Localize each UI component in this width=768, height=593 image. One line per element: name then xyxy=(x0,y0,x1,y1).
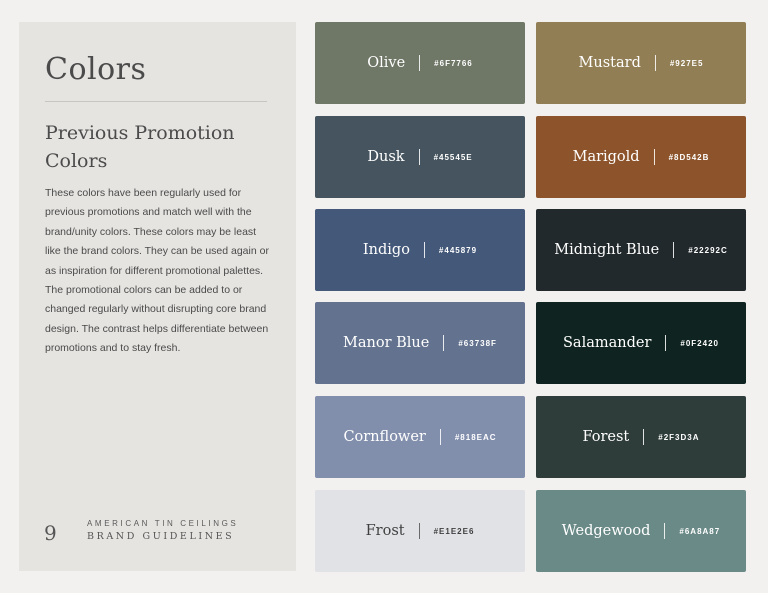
swatch-name: Forest xyxy=(582,429,630,445)
swatch-hex: #2F3D3A xyxy=(658,432,700,442)
swatch-divider xyxy=(419,55,421,71)
brand-document-name: BRAND GUIDELINES xyxy=(87,531,235,542)
swatch-divider xyxy=(418,523,420,539)
swatch-name: Salamander xyxy=(563,335,652,351)
swatch-hex: #0F2420 xyxy=(680,338,719,348)
swatch-hex: #63738F xyxy=(458,338,497,348)
swatch-hex: #927E5 xyxy=(669,58,704,68)
swatch-cornflower: Cornflower #818EAC xyxy=(315,396,525,478)
swatch-name: Midnight Blue xyxy=(554,242,660,258)
swatch-divider xyxy=(418,149,420,165)
swatch-divider xyxy=(423,242,425,258)
swatch-name: Frost xyxy=(365,523,405,539)
section-description: These colors have been regularly used fo… xyxy=(45,187,269,355)
sidebar-panel: Colors Previous Promotion Colors These c… xyxy=(19,22,296,571)
swatch-hex: #22292C xyxy=(688,245,728,255)
swatch-hex: #8D542B xyxy=(668,152,710,162)
swatch-dusk: Dusk #45545E xyxy=(315,116,525,198)
swatch-olive: Olive #6F7766 xyxy=(315,22,525,104)
swatch-name: Dusk xyxy=(367,149,405,165)
swatch-divider xyxy=(673,242,675,258)
page-number: 9 xyxy=(44,521,57,545)
swatch-name: Marigold xyxy=(572,149,640,165)
swatch-frost: Frost #E1E2E6 xyxy=(315,490,525,572)
swatch-divider xyxy=(653,149,655,165)
swatch-divider xyxy=(654,55,656,71)
swatch-hex: #E1E2E6 xyxy=(433,526,475,536)
swatch-hex: #818EAC xyxy=(454,432,497,442)
swatch-midnight-blue: Midnight Blue #22292C xyxy=(536,209,746,291)
section-subtitle: Previous Promotion Colors xyxy=(45,122,235,172)
swatch-name: Cornflower xyxy=(343,429,426,445)
swatch-name: Olive xyxy=(367,55,406,71)
swatch-wedgewood: Wedgewood #6A8A87 xyxy=(536,490,746,572)
swatch-divider xyxy=(665,335,667,351)
swatch-hex: #45545E xyxy=(433,152,473,162)
swatch-marigold: Marigold #8D542B xyxy=(536,116,746,198)
swatch-indigo: Indigo #445879 xyxy=(315,209,525,291)
swatch-hex: #445879 xyxy=(438,245,478,255)
swatch-name: Wedgewood xyxy=(561,523,651,539)
swatch-name: Indigo xyxy=(362,242,410,258)
swatch-hex: #6A8A87 xyxy=(679,526,721,536)
swatch-name: Mustard xyxy=(578,55,641,71)
swatch-divider xyxy=(664,523,666,539)
swatch-divider xyxy=(443,335,445,351)
swatch-name: Manor Blue xyxy=(343,335,430,351)
page-title: Colors xyxy=(45,52,147,87)
title-divider xyxy=(45,101,267,102)
swatch-divider xyxy=(643,429,645,445)
swatch-divider xyxy=(439,429,441,445)
brand-company-name: AMERICAN TIN CEILINGS xyxy=(87,519,239,528)
swatch-mustard: Mustard #927E5 xyxy=(536,22,746,104)
swatch-forest: Forest #2F3D3A xyxy=(536,396,746,478)
swatch-manor-blue: Manor Blue #63738F xyxy=(315,302,525,384)
swatch-salamander: Salamander #0F2420 xyxy=(536,302,746,384)
swatch-hex: #6F7766 xyxy=(434,58,473,68)
